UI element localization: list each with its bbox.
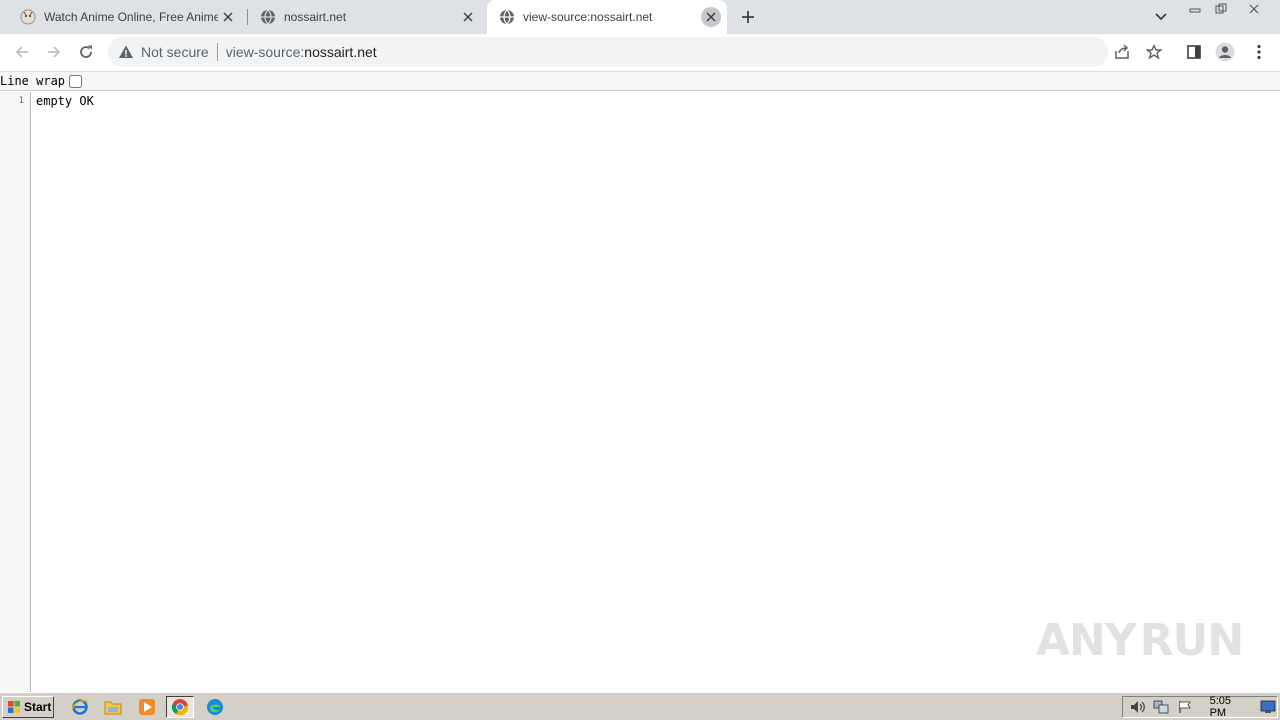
minimize-button[interactable] — [1182, 0, 1208, 18]
start-button[interactable]: Start — [2, 696, 54, 718]
flag-icon — [1179, 701, 1191, 713]
system-tray: 5:05 PM — [1122, 695, 1278, 719]
close-icon — [706, 12, 716, 22]
line-wrap-bar: Line wrap — [0, 72, 1280, 91]
omnibox-divider — [216, 43, 218, 61]
kebab-menu-icon — [1257, 44, 1261, 60]
watermark-left: ANY — [1036, 614, 1137, 666]
star-icon — [1146, 44, 1162, 60]
forward-button[interactable] — [40, 38, 68, 66]
tab-close-button[interactable] — [701, 7, 721, 27]
close-icon — [463, 12, 473, 22]
forward-arrow-icon — [48, 46, 61, 58]
close-icon — [223, 12, 233, 22]
explorer-folder-icon — [104, 701, 122, 715]
tab-title: Watch Anime Online, Free Anime Str — [44, 10, 218, 24]
restore-icon — [1215, 3, 1227, 14]
line-wrap-label: Line wrap — [0, 74, 66, 88]
tab-anime[interactable]: Watch Anime Online, Free Anime Str — [8, 0, 244, 34]
taskbar-clock[interactable]: 5:05 PM — [1210, 695, 1250, 719]
side-panel-button[interactable] — [1183, 41, 1205, 63]
tab-title: nossairt.net — [284, 10, 347, 24]
warning-icon — [119, 45, 133, 58]
back-button[interactable] — [8, 38, 36, 66]
network-icon — [1153, 700, 1169, 714]
monitor-icon — [1260, 700, 1276, 713]
share-icon — [1115, 44, 1129, 59]
source-line: empty OK — [36, 94, 94, 108]
restore-button[interactable] — [1208, 0, 1234, 18]
anime-site-icon — [20, 9, 36, 25]
tab-title: view-source:nossairt.net — [523, 10, 653, 24]
ie-icon — [71, 699, 89, 715]
minimize-icon — [1189, 8, 1201, 13]
taskbar: Start 5:05 PM — [0, 692, 1280, 720]
browser-toolbar: Not secure view-source: nossairt.net — [0, 34, 1280, 72]
close-window-button[interactable] — [1240, 0, 1268, 18]
chevron-down-icon — [1155, 13, 1167, 21]
line-number-gutter: 1 — [0, 92, 31, 692]
globe-icon — [261, 9, 275, 25]
volume-tray-button[interactable] — [1129, 699, 1147, 715]
speaker-icon — [1130, 701, 1145, 713]
media-player-icon — [139, 699, 155, 715]
new-tab-button[interactable] — [736, 5, 760, 29]
tab-view-source[interactable]: view-source:nossairt.net — [487, 0, 727, 34]
taskbar-explorer[interactable] — [99, 696, 127, 718]
reload-button[interactable] — [72, 38, 100, 66]
profile-button[interactable] — [1214, 41, 1236, 63]
share-button[interactable] — [1111, 41, 1133, 63]
plus-icon — [742, 11, 754, 23]
close-icon — [1249, 4, 1259, 14]
reload-icon — [80, 45, 92, 58]
tab-close-button[interactable] — [218, 7, 238, 27]
taskbar-ie[interactable] — [66, 696, 94, 718]
taskbar-media-player[interactable] — [133, 696, 161, 718]
anyrun-watermark: ANY RUN — [1036, 608, 1244, 672]
tab-search-button[interactable] — [1150, 6, 1172, 28]
network-tray-button[interactable] — [1153, 699, 1171, 715]
globe-icon — [500, 9, 514, 25]
tab-close-button[interactable] — [458, 7, 478, 27]
tab-nossairt[interactable]: nossairt.net — [248, 0, 484, 34]
avatar-icon — [1215, 42, 1235, 62]
show-desktop-button[interactable] — [1259, 699, 1277, 715]
view-source-page: Line wrap 1 empty OK ANY RUN — [0, 72, 1280, 692]
url-host: nossairt.net — [304, 44, 377, 60]
start-label: Start — [24, 700, 52, 714]
line-wrap-checkbox[interactable] — [69, 74, 83, 88]
action-center-tray-button[interactable] — [1176, 699, 1194, 715]
security-label[interactable]: Not secure — [141, 44, 209, 60]
bookmark-button[interactable] — [1143, 41, 1165, 63]
side-panel-icon — [1187, 45, 1201, 59]
watermark-right: RUN — [1139, 614, 1244, 666]
address-bar[interactable]: Not secure view-source: nossairt.net — [108, 37, 1108, 67]
chrome-icon — [171, 699, 189, 716]
taskbar-edge[interactable] — [201, 696, 229, 718]
url-scheme: view-source: — [225, 44, 305, 60]
menu-button[interactable] — [1248, 41, 1270, 63]
tab-strip: Watch Anime Online, Free Anime Str nossa… — [0, 0, 1280, 34]
windows-logo-icon — [8, 701, 20, 713]
taskbar-chrome[interactable] — [166, 696, 194, 718]
back-arrow-icon — [15, 46, 28, 58]
line-number: 1 — [18, 96, 24, 106]
edge-icon — [207, 699, 223, 715]
